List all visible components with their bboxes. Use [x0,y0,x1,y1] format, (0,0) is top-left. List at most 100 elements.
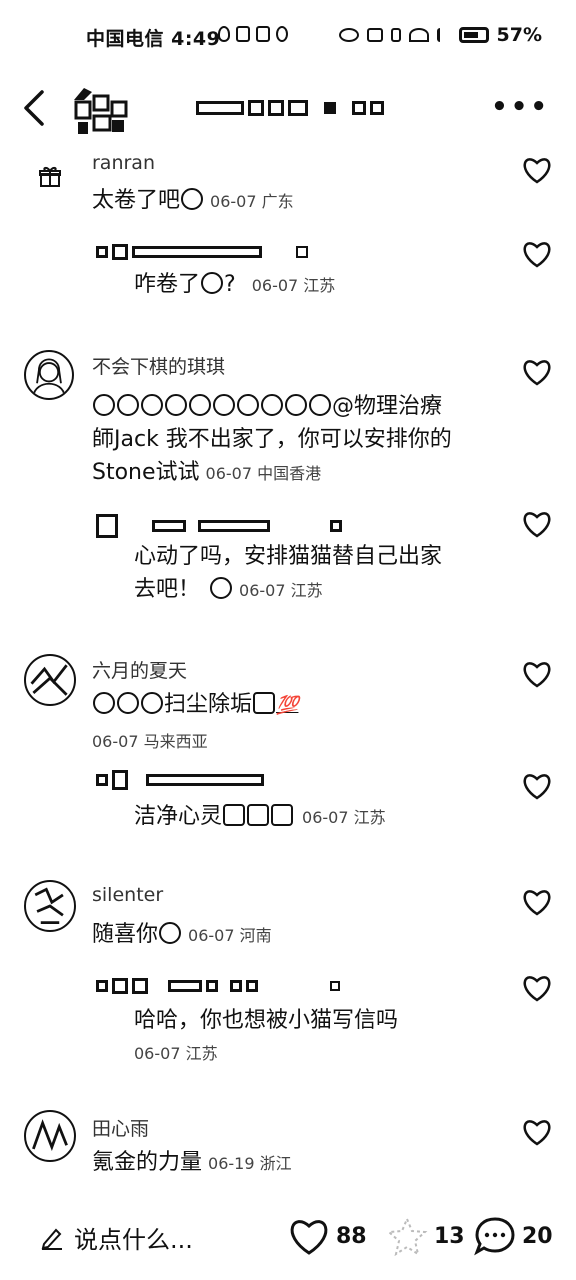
signal-icon [436,28,451,42]
page-title [196,100,384,116]
emoji-icon [181,188,204,210]
header: ••• [0,74,576,140]
heart-icon[interactable] [522,660,552,688]
vibrate-icon [390,28,401,42]
emoji-icon [213,394,235,416]
battery-percent: 57% [496,24,542,46]
collect-button[interactable]: 13 [386,1216,465,1256]
comment-author[interactable]: silenter [92,884,163,906]
comment-text: Stone试试 [92,460,200,485]
reply-text: 咋卷了 [134,272,201,297]
notification-icons [218,26,288,42]
comment-button[interactable]: 20 [474,1216,553,1256]
emoji-icon [210,577,233,599]
heart-icon[interactable] [522,240,552,268]
comment-author[interactable]: 六月的夏天 [92,656,187,683]
heart-icon[interactable] [522,974,552,1002]
comment-text-line: Stone试试 06-07 中国香港 [92,456,321,490]
heart-icon[interactable] [522,358,552,386]
comment-meta: 06-07 中国香港 [205,464,322,483]
reply-author[interactable] [96,514,342,538]
avatar[interactable] [24,654,76,706]
emoji-icon [285,394,307,416]
heart-icon[interactable] [522,510,552,538]
star-icon [386,1216,428,1256]
heart-icon[interactable] [522,772,552,800]
avatar[interactable] [24,1110,76,1162]
reply-text-row: 咋卷了? 06-07 江苏 [134,272,336,297]
reply-text-line: 去吧！ 06-07 江苏 [134,573,323,607]
comment-text-line: 師Jack 我不出家了，你可以安排你的 [92,427,452,452]
peach-icon [93,692,115,714]
avatar[interactable] [70,82,132,138]
like-button[interactable]: 88 [288,1216,367,1256]
reply-author[interactable] [96,978,340,994]
comment-item: ranran 太卷了吧 06-07 广东 咋卷了? 06-07 江苏 [0,140,576,340]
emoji-icon [189,394,211,416]
carrier-time: 中国电信 4:49 [86,28,221,50]
comment-author[interactable]: ranran [92,152,155,174]
reply-text: 洁净心灵 [134,804,223,829]
reply-meta: 06-07 江苏 [239,581,323,600]
comment-text: @物理治療 [332,394,443,419]
heart-icon[interactable] [522,156,552,184]
collect-count: 13 [434,1223,465,1249]
avatar[interactable] [24,880,76,932]
heart-icon[interactable] [522,1118,552,1146]
cherries-icon [159,922,182,944]
reply-author[interactable] [96,770,264,790]
eye-icon [338,28,359,42]
comment-meta: 06-07 广东 [210,192,294,211]
like-count: 88 [336,1223,367,1249]
comment-text-row: 随喜你 06-07 河南 [92,918,272,952]
comment-text-line: @物理治療 [92,390,442,423]
bottom-bar: 说点什么... 88 13 20 [0,1206,576,1270]
reply-text-line: 心动了吗，安排猫猫替自己出家 [134,544,443,569]
reply-text: 去吧！ [134,577,201,602]
reply-meta: 06-07 江苏 [134,1044,218,1063]
reply-author[interactable] [96,244,308,260]
app-icon [276,26,288,42]
comment-input[interactable]: 说点什么... [40,1220,193,1255]
emoji-icon [117,394,139,416]
comment-text: 随喜你 [92,922,159,947]
reply-text-row: 洁净心灵 06-07 江苏 [134,800,386,834]
emoji-icon [201,272,224,294]
comment-text-row: 太卷了吧 06-07 广东 [92,184,294,218]
hundred-points-icon: 💯 [276,695,299,716]
app-icon [256,26,270,42]
gift-icon [39,166,61,187]
emoji-icon [93,394,115,416]
chevron-left-icon[interactable] [20,88,48,128]
emoji-icon [165,394,187,416]
heart-icon [290,1220,328,1255]
peach-icon [117,692,139,714]
comment-text-row: 氪金的力量 06-19 浙江 [92,1146,292,1180]
chat-bubble-icon [474,1217,515,1256]
emoji-icon [309,394,331,416]
comment-text: 氪金的力量 [92,1150,203,1175]
comment-item: 田心雨 氪金的力量 06-19 浙江 [0,1098,576,1198]
heart-icon[interactable] [522,888,552,916]
comment-text-row: 扫尘除垢 💯 [92,688,298,722]
emoji-icon [237,394,259,416]
comment-meta: 06-19 浙江 [208,1154,292,1173]
comment-item: 不会下棋的琪琪 @物理治療 師Jack 我不出家了，你可以安排你的 Stone试… [0,340,576,640]
status-bar: 中国电信 4:49 57% [0,0,576,74]
emoji-icon [253,692,276,714]
comment-text: 扫尘除垢 [164,692,253,717]
comment-text: 太卷了吧 [92,188,181,213]
comment-meta: 06-07 河南 [188,926,272,945]
avatar[interactable] [24,350,74,400]
more-dots-icon[interactable]: ••• [491,92,550,122]
peach-icon [141,692,163,714]
emoji-icon [271,804,294,826]
wifi-icon [408,28,429,42]
nfc-icon [366,28,383,42]
comment-author[interactable]: 田心雨 [92,1114,149,1141]
emoji-icon [141,394,163,416]
emoji-icon [261,394,283,416]
comment-author[interactable]: 不会下棋的琪琪 [92,352,225,379]
system-status: 57% [338,24,542,46]
comment-item: 六月的夏天 扫尘除垢 💯 06-07 马来西亚 洁净心灵 06-07 江苏 [0,640,576,860]
